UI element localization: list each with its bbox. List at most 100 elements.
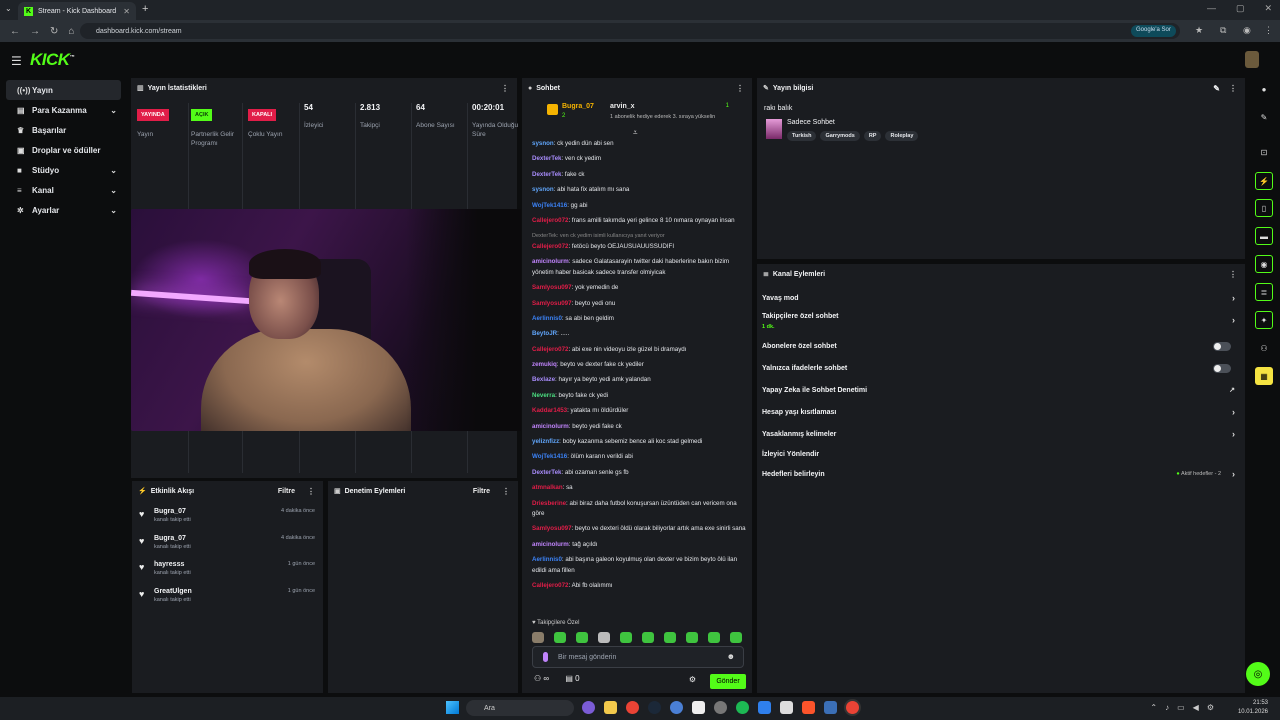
spotify-icon[interactable] xyxy=(736,701,749,714)
sidebar-item-channel[interactable]: ≡ Kanal ⌄ xyxy=(6,180,121,200)
emote-icon[interactable] xyxy=(532,632,544,643)
stream-category[interactable]: Sadece Sohbet xyxy=(787,119,835,126)
emote-icon[interactable] xyxy=(554,632,566,643)
chat-username[interactable]: DexterTek xyxy=(532,155,561,162)
wrench-icon[interactable]: ✦ xyxy=(1255,311,1273,329)
reload-icon[interactable]: ↻ xyxy=(50,26,58,37)
users-icon[interactable]: ⚇ xyxy=(1255,339,1273,357)
app-icon[interactable] xyxy=(714,701,727,714)
vscode-icon[interactable] xyxy=(758,701,771,714)
chrome-icon[interactable] xyxy=(626,701,639,714)
action-banned-words[interactable]: Yasaklanmış kelimeler › xyxy=(757,423,1245,445)
microphone-icon[interactable] xyxy=(543,652,548,662)
steam-icon[interactable] xyxy=(648,701,661,714)
emote-icon[interactable] xyxy=(664,632,676,643)
more-menu-icon[interactable]: ⋮ xyxy=(307,487,315,496)
emote-icon[interactable] xyxy=(576,632,588,643)
filter-button[interactable]: Filtre xyxy=(473,488,490,495)
chat-username[interactable]: zemukiq xyxy=(532,361,557,368)
edit-pencil-icon[interactable]: ✎ xyxy=(1213,84,1220,93)
collapse-pin-icon[interactable]: ⩡ xyxy=(633,128,638,138)
system-tray-icons[interactable]: ⌃♪▭◀⚙ xyxy=(1150,703,1222,712)
sidebar-item-achievements[interactable]: ♛ Başarılar xyxy=(6,120,121,140)
emotes-only-toggle[interactable] xyxy=(1213,363,1231,373)
brave-icon[interactable] xyxy=(802,701,815,714)
emote-icon[interactable] xyxy=(620,632,632,643)
sidebar-item-studio[interactable]: ■ Stüdyo ⌄ xyxy=(6,160,121,180)
home-icon[interactable]: ⌂ xyxy=(68,26,74,37)
tag[interactable]: Turkish xyxy=(787,131,817,141)
sidebar-item-stream[interactable]: ((•)) Yayın xyxy=(6,80,121,100)
chat-username[interactable]: Bexlaze xyxy=(532,376,555,383)
app-icon[interactable] xyxy=(670,701,683,714)
emote-icon[interactable] xyxy=(642,632,654,643)
chat-username[interactable]: Samlyosu097 xyxy=(532,525,572,532)
action-raid[interactable]: İzleyici Yönlendir xyxy=(757,445,1245,463)
chat-username[interactable]: Aerlinnis0 xyxy=(532,315,562,322)
bookmark-star-icon[interactable]: ★ xyxy=(1195,25,1203,36)
hamburger-menu-icon[interactable]: ☰ xyxy=(11,54,22,68)
profile-icon[interactable]: ◉ xyxy=(1243,25,1251,36)
file-explorer-icon[interactable] xyxy=(604,701,617,714)
maximize-icon[interactable]: ▢ xyxy=(1236,3,1245,14)
action-slow-mode[interactable]: Yavaş mod › xyxy=(757,287,1245,309)
chat-username[interactable]: sysnon xyxy=(532,186,554,193)
app-icon[interactable] xyxy=(824,701,837,714)
tag[interactable]: Garrymods xyxy=(820,131,860,141)
chat-username[interactable]: Kaddar1453 xyxy=(532,407,567,414)
more-menu-icon[interactable]: ⋮ xyxy=(1229,270,1237,279)
new-tab-icon[interactable]: + xyxy=(142,3,148,15)
subscribers-only-toggle[interactable] xyxy=(1213,341,1231,351)
chat-username[interactable]: amicinolurm xyxy=(532,423,569,430)
info-icon[interactable]: ● xyxy=(1255,80,1273,98)
help-chat-icon[interactable]: ◎ xyxy=(1246,662,1270,686)
emote-icon[interactable] xyxy=(686,632,698,643)
notion-icon[interactable] xyxy=(780,701,793,714)
send-button[interactable]: Gönder xyxy=(710,674,746,689)
chat-username[interactable]: yeliznfizz xyxy=(532,438,559,445)
chat-username[interactable]: Callejero072 xyxy=(532,582,568,589)
leader-user-2[interactable]: arvin_x xyxy=(610,103,635,110)
copilot-icon[interactable] xyxy=(582,701,595,714)
filter-button[interactable]: Filtre xyxy=(278,488,295,495)
chat-bubble-icon[interactable]: ▬ xyxy=(1255,227,1273,245)
tag[interactable]: RP xyxy=(863,131,882,141)
broadcast-icon[interactable]: ◉ xyxy=(1255,255,1273,273)
taskbar-search[interactable]: Ara xyxy=(466,700,574,716)
more-menu-icon[interactable]: ⋮ xyxy=(1229,84,1237,93)
emoji-icon[interactable]: ☻ xyxy=(727,652,735,661)
chat-username[interactable]: amicinolurm xyxy=(532,258,569,265)
chat-message-input[interactable]: Bir mesaj gönderin ☻ xyxy=(532,646,744,668)
chat-username[interactable]: Samlyosu097 xyxy=(532,300,572,307)
chat-settings-icon[interactable]: ⚙ xyxy=(689,675,696,684)
chat-username[interactable]: atmnalkan xyxy=(532,484,563,491)
stack-icon[interactable]: ≣ xyxy=(1255,283,1273,301)
lightning-icon[interactable]: ⚡ xyxy=(1255,172,1273,190)
chat-username[interactable]: Samlyosu097 xyxy=(532,284,572,291)
chat-username[interactable]: Callejero072 xyxy=(532,217,568,224)
back-icon[interactable]: ← xyxy=(10,26,20,37)
tab-search-icon[interactable]: ⌄ xyxy=(5,4,12,13)
action-followers-only[interactable]: Takipçilere özel sohbet 1 dk. › xyxy=(757,309,1245,335)
browser-tab[interactable]: K Stream - Kick Dashboard ✕ xyxy=(18,2,136,20)
minimize-icon[interactable]: — xyxy=(1207,3,1216,14)
chat-username[interactable]: amicinolurm xyxy=(532,541,569,548)
chat-username[interactable]: Neverra xyxy=(532,392,555,399)
more-menu-icon[interactable]: ⋮ xyxy=(501,84,509,93)
more-menu-icon[interactable]: ⋮ xyxy=(502,487,510,496)
clapper-icon[interactable]: ▦ xyxy=(1255,367,1273,385)
forward-icon[interactable]: → xyxy=(30,26,40,37)
extensions-icon[interactable]: ⧉ xyxy=(1220,25,1226,36)
action-goals[interactable]: Hedefleri belirleyin ● Aktif hedefler - 2… xyxy=(757,463,1245,485)
chat-username[interactable]: Aerlinnis0 xyxy=(532,556,562,563)
chat-username[interactable]: sysnon xyxy=(532,140,554,147)
close-window-icon[interactable]: ✕ xyxy=(1264,3,1272,14)
chrome-active-icon[interactable] xyxy=(846,701,859,714)
obs-icon[interactable] xyxy=(692,701,705,714)
edit-pencil-icon[interactable]: ✎ xyxy=(1255,108,1273,126)
stream-preview-video[interactable] xyxy=(131,209,526,431)
focus-icon[interactable]: ⊡ xyxy=(1255,143,1273,161)
document-icon[interactable]: ▯ xyxy=(1255,199,1273,217)
google-ask-button[interactable]: Google'a Sor xyxy=(1131,25,1176,37)
chat-username[interactable]: WojTek1416 xyxy=(532,453,567,460)
